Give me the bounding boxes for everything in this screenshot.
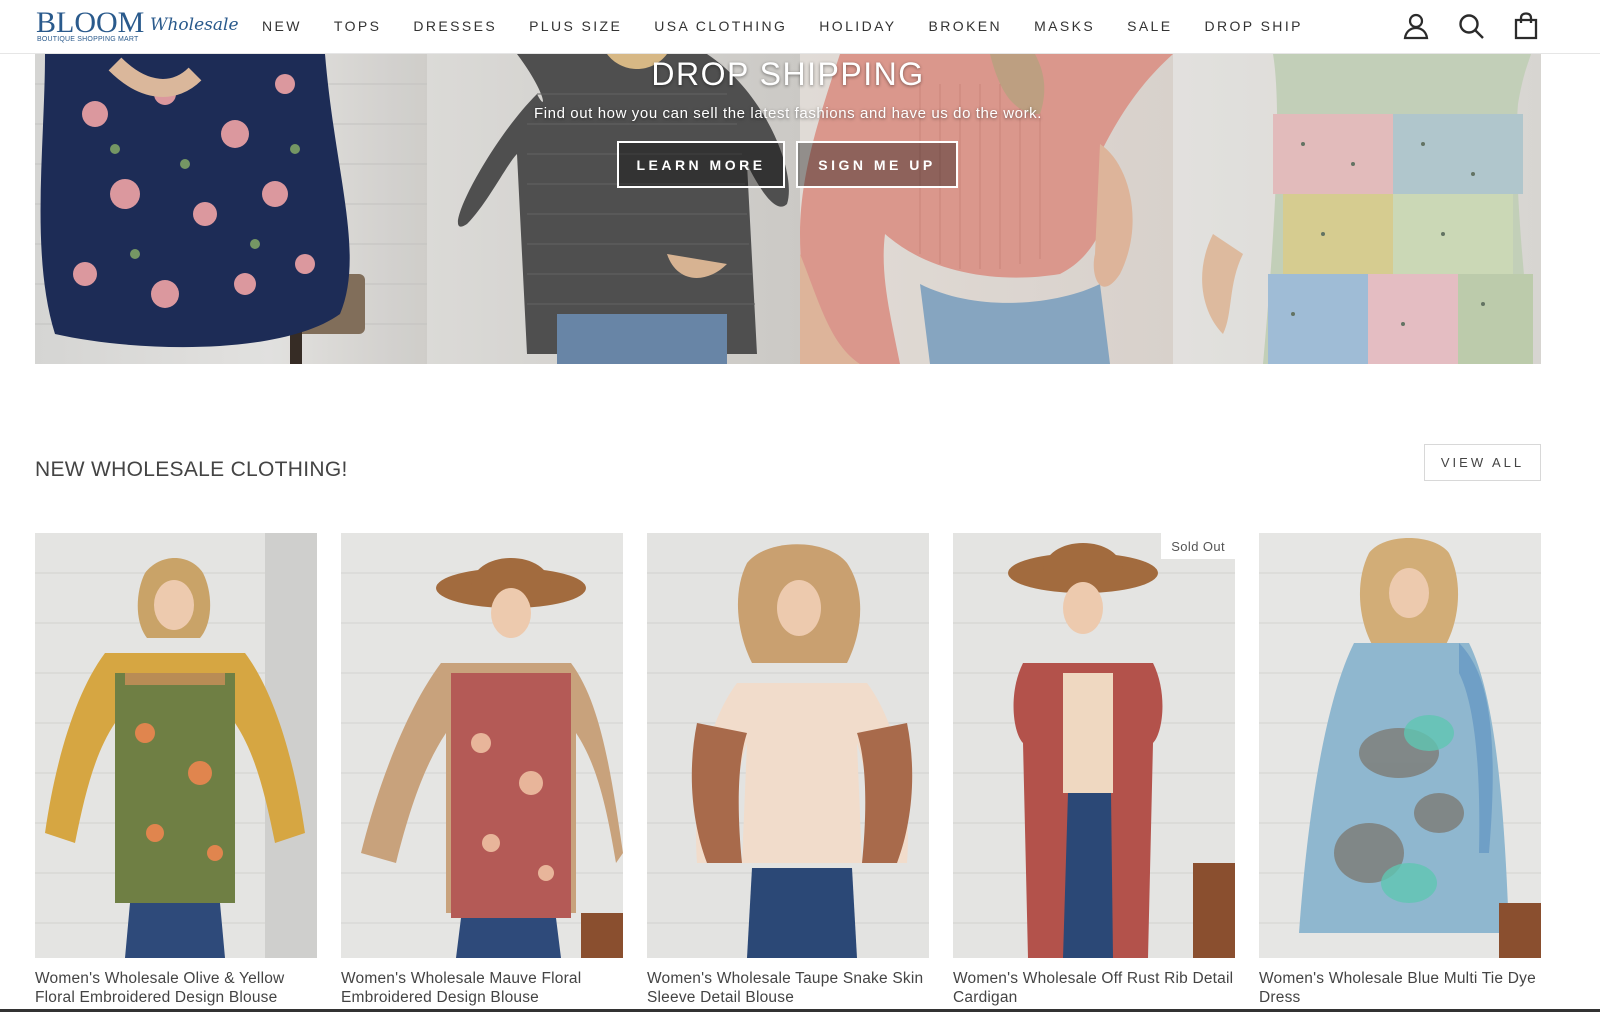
learn-more-button[interactable]: LEARN MORE	[617, 141, 785, 188]
product-card[interactable]: Women's Wholesale Blue Multi Tie Dye Dre…	[1259, 533, 1541, 1007]
account-icon[interactable]	[1402, 12, 1430, 40]
product-card[interactable]: Women's Wholesale Olive & Yellow Floral …	[35, 533, 317, 1007]
banner-title: DROP SHIPPING	[651, 56, 925, 92]
product-image[interactable]	[647, 533, 929, 958]
banner-subtitle: Find out how you can sell the latest fas…	[533, 105, 1043, 122]
nav-plus-size[interactable]: PLUS SIZE	[529, 18, 622, 34]
nav-usa-clothing[interactable]: USA CLOTHING	[654, 18, 787, 34]
section-title: NEW WHOLESALE CLOTHING!	[35, 458, 348, 481]
product-card[interactable]: Women's Wholesale Taupe Snake Skin Sleev…	[647, 533, 929, 1007]
drop-shipping-banner: DROP SHIPPING Find out how you can sell …	[35, 54, 1541, 364]
product-image[interactable]	[35, 533, 317, 958]
product-title[interactable]: Women's Wholesale Mauve Floral Embroider…	[341, 969, 623, 1007]
nav-masks[interactable]: MASKS	[1034, 18, 1095, 34]
main-nav: NEW TOPS DRESSES PLUS SIZE USA CLOTHING …	[246, 0, 1319, 52]
nav-broken[interactable]: BROKEN	[929, 18, 1003, 34]
product-card[interactable]: Sold Out Women's Wholesale Off Rust Rib …	[953, 533, 1235, 1007]
search-icon[interactable]	[1457, 12, 1485, 40]
product-image[interactable]	[1259, 533, 1541, 958]
site-header: BLOOM Wholesale BOUTIQUE SHOPPING MART N…	[0, 0, 1600, 54]
nav-dresses[interactable]: DRESSES	[413, 18, 497, 34]
product-title[interactable]: Women's Wholesale Olive & Yellow Floral …	[35, 969, 317, 1007]
logo-tagline: BOUTIQUE SHOPPING MART	[37, 36, 139, 43]
logo-script: Wholesale	[150, 15, 239, 35]
nav-drop-ship[interactable]: DROP SHIP	[1204, 18, 1302, 34]
product-card[interactable]: Women's Wholesale Mauve Floral Embroider…	[341, 533, 623, 1007]
nav-new[interactable]: NEW	[262, 18, 302, 34]
view-all-button[interactable]: VIEW ALL	[1424, 444, 1541, 481]
banner-overlay	[35, 54, 1541, 364]
nav-tops[interactable]: TOPS	[334, 18, 381, 34]
sold-out-badge: Sold Out	[1161, 533, 1235, 559]
product-title[interactable]: Women's Wholesale Taupe Snake Skin Sleev…	[647, 969, 929, 1007]
sign-me-up-button[interactable]: SIGN ME UP	[796, 141, 958, 188]
cart-icon[interactable]	[1512, 12, 1540, 40]
nav-holiday[interactable]: HOLIDAY	[819, 18, 896, 34]
product-title[interactable]: Women's Wholesale Off Rust Rib Detail Ca…	[953, 969, 1235, 1007]
product-title[interactable]: Women's Wholesale Blue Multi Tie Dye Dre…	[1259, 969, 1541, 1007]
logo[interactable]: BLOOM Wholesale BOUTIQUE SHOPPING MART	[36, 6, 239, 47]
product-image[interactable]	[341, 533, 623, 958]
product-image[interactable]: Sold Out	[953, 533, 1235, 958]
logo-wordmark: BLOOM	[36, 6, 145, 39]
nav-sale[interactable]: SALE	[1127, 18, 1172, 34]
